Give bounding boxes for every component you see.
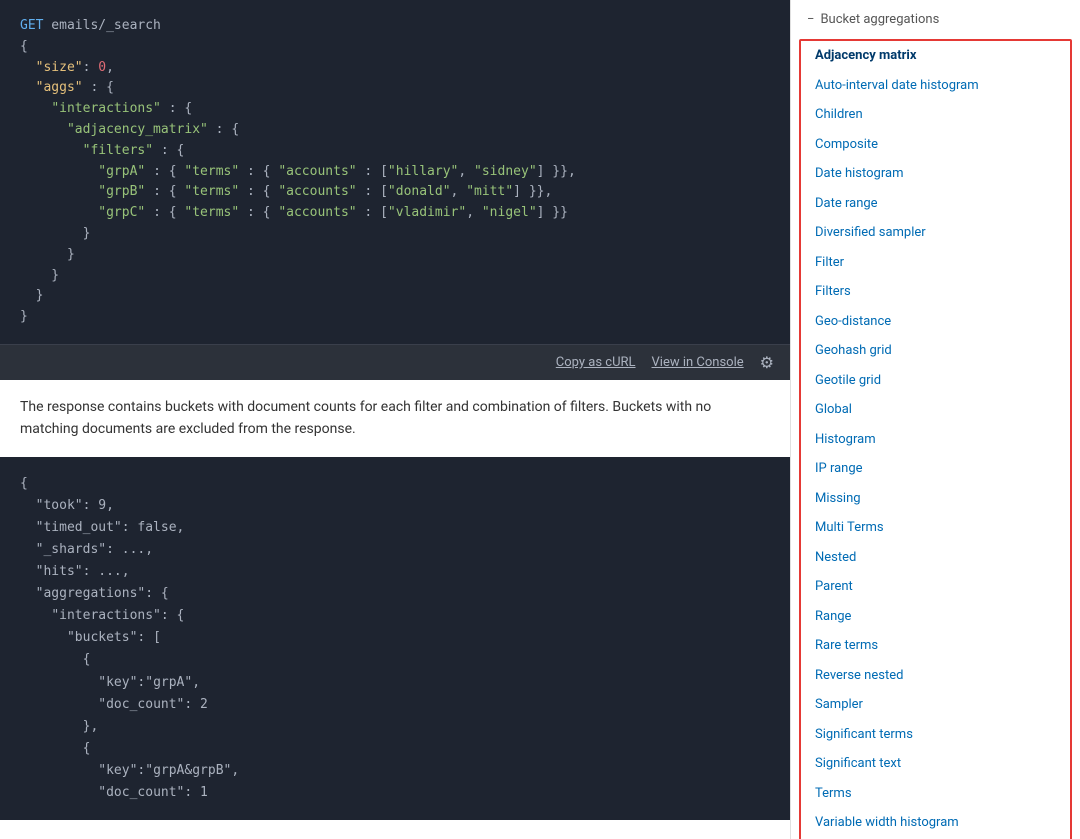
collapse-icon[interactable]: −	[807, 12, 814, 27]
sidebar-item-nested[interactable]: Nested	[801, 543, 1070, 573]
sidebar-item-parent[interactable]: Parent	[801, 572, 1070, 602]
sidebar-item-multi-terms[interactable]: Multi Terms	[801, 513, 1070, 543]
left-panel: GET emails/_search { "size": 0, "aggs" :…	[0, 0, 790, 839]
http-method: GET	[20, 18, 43, 33]
right-panel-title: Bucket aggregations	[820, 12, 939, 27]
sidebar-list: Adjacency matrixAuto-interval date histo…	[799, 39, 1072, 839]
code-toolbar: Copy as cURL View in Console ⚙	[0, 344, 790, 380]
sidebar-item-diversified-sampler[interactable]: Diversified sampler	[801, 218, 1070, 248]
right-panel-header: − Bucket aggregations	[791, 0, 1080, 39]
sidebar-item-date-range[interactable]: Date range	[801, 189, 1070, 219]
sidebar-item-terms[interactable]: Terms	[801, 779, 1070, 809]
sidebar-item-sampler[interactable]: Sampler	[801, 690, 1070, 720]
sidebar-item-variable-width-histogram[interactable]: Variable width histogram	[801, 808, 1070, 838]
sidebar-item-children[interactable]: Children	[801, 100, 1070, 130]
sidebar-item-significant-terms[interactable]: Significant terms	[801, 720, 1070, 750]
description-text: The response contains buckets with docum…	[0, 380, 790, 457]
sidebar-item-ip-range[interactable]: IP range	[801, 454, 1070, 484]
response-code-block: { "took": 9, "timed_out": false, "_shard…	[0, 457, 790, 820]
sidebar-item-geo-distance[interactable]: Geo-distance	[801, 307, 1070, 337]
sidebar-item-histogram[interactable]: Histogram	[801, 425, 1070, 455]
right-panel: − Bucket aggregations Adjacency matrixAu…	[790, 0, 1080, 839]
sidebar-item-composite[interactable]: Composite	[801, 130, 1070, 160]
sidebar-item-missing[interactable]: Missing	[801, 484, 1070, 514]
sidebar-item-rare-terms[interactable]: Rare terms	[801, 631, 1070, 661]
sidebar-item-auto-interval-date-histogram[interactable]: Auto-interval date histogram	[801, 71, 1070, 101]
sidebar-item-geohash-grid[interactable]: Geohash grid	[801, 336, 1070, 366]
sidebar-item-global[interactable]: Global	[801, 395, 1070, 425]
view-in-console-button[interactable]: View in Console	[652, 355, 744, 370]
sidebar-item-geotile-grid[interactable]: Geotile grid	[801, 366, 1070, 396]
sidebar-item-filter[interactable]: Filter	[801, 248, 1070, 278]
sidebar-item-reverse-nested[interactable]: Reverse nested	[801, 661, 1070, 691]
sidebar-item-date-histogram[interactable]: Date histogram	[801, 159, 1070, 189]
query-code-block: GET emails/_search { "size": 0, "aggs" :…	[0, 0, 790, 344]
sidebar-item-adjacency-matrix[interactable]: Adjacency matrix	[801, 41, 1070, 71]
copy-curl-button[interactable]: Copy as cURL	[556, 355, 636, 370]
settings-icon[interactable]: ⚙	[760, 353, 774, 372]
sidebar-item-significant-text[interactable]: Significant text	[801, 749, 1070, 779]
sidebar-item-filters[interactable]: Filters	[801, 277, 1070, 307]
sidebar-item-range[interactable]: Range	[801, 602, 1070, 632]
